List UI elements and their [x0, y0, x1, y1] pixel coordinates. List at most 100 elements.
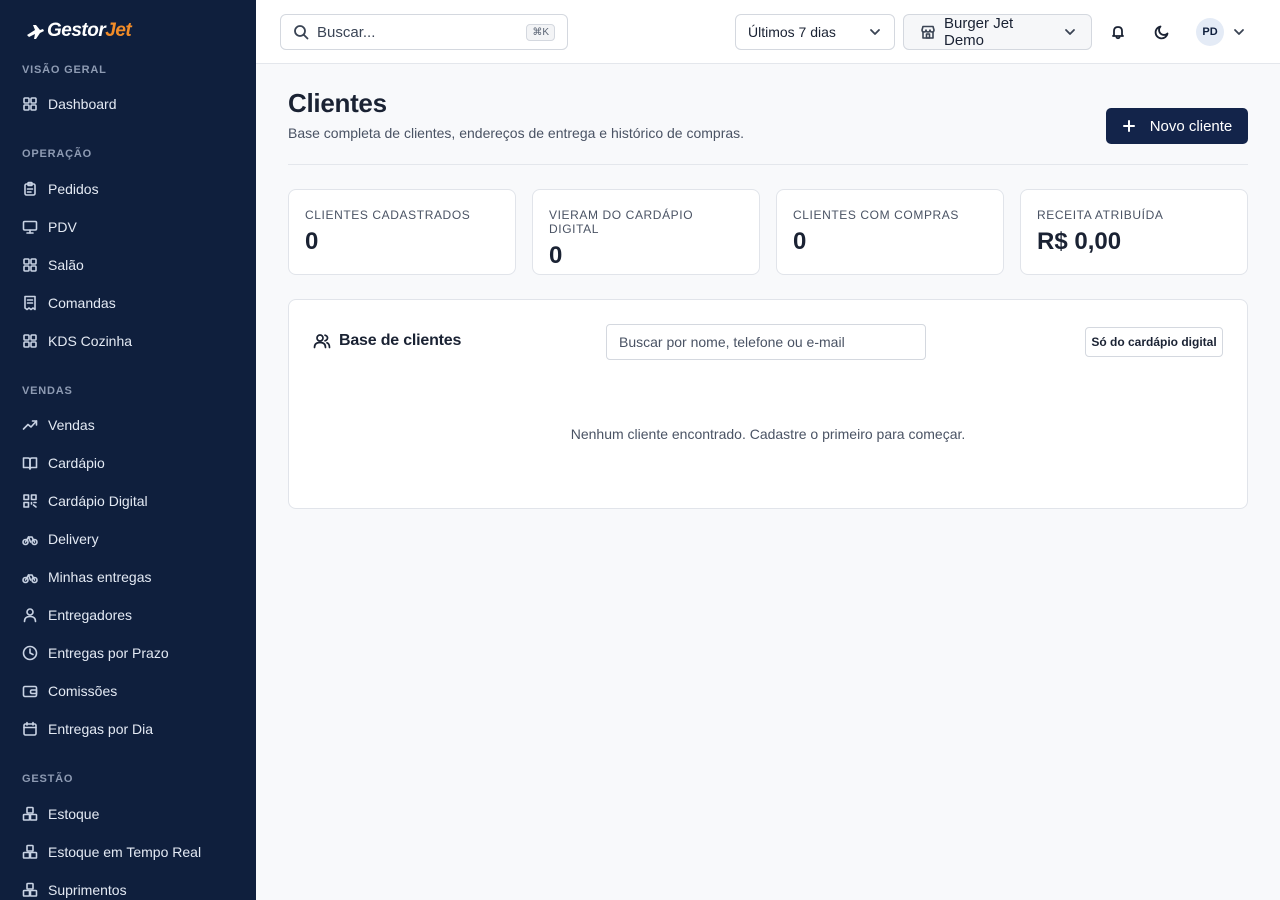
wallet-icon	[22, 685, 38, 698]
sidebar-item-label: Vendas	[48, 417, 95, 433]
boxes-icon	[22, 882, 38, 897]
sidebar-item-label: Suprimentos	[48, 882, 127, 898]
stat-card-with-purchases: CLIENTES COM COMPRAS 0	[776, 189, 1004, 275]
sidebar-item-kds-cozinha[interactable]: KDS Cozinha	[22, 326, 242, 356]
store-select-value: Burger Jet Demo	[944, 15, 1014, 49]
panel-title-text: Base de clientes	[339, 332, 462, 349]
boxes-icon	[22, 844, 38, 859]
sidebar-item-label: Dashboard	[48, 96, 117, 112]
stat-label: CLIENTES COM COMPRAS	[793, 208, 960, 222]
header-divider	[288, 164, 1248, 165]
sidebar-item-label: Entregas por Dia	[48, 721, 154, 737]
customer-search-input[interactable]	[606, 324, 926, 360]
stat-value: 0	[793, 228, 807, 255]
sidebar-item-label: Estoque	[48, 806, 100, 822]
new-customer-button-label: Novo cliente	[1149, 117, 1233, 135]
sidebar-item-estoque[interactable]: Estoque	[22, 799, 242, 829]
new-customer-button[interactable]: Novo cliente	[1106, 108, 1248, 144]
sidebar-item-entregas-por-prazo[interactable]: Entregas por Prazo	[22, 638, 242, 668]
sidebar-item-suprimentos[interactable]: Suprimentos	[22, 875, 242, 900]
sidebar-item-label: KDS Cozinha	[48, 333, 133, 349]
grid-icon	[23, 258, 37, 272]
sidebar-item-entregadores[interactable]: Entregadores	[22, 600, 242, 630]
calendar-icon	[23, 721, 37, 736]
sidebar-item-label: Comissões	[48, 683, 118, 699]
plus-icon	[1122, 120, 1135, 132]
bike-icon	[22, 574, 38, 584]
section-visao-geral: VISÃO GERAL	[22, 64, 107, 76]
clipboard-icon	[24, 181, 36, 196]
bike-icon	[22, 536, 38, 546]
sidebar-item-label: Estoque em Tempo Real	[48, 844, 202, 860]
stat-card-revenue: RECEITA ATRIBUÍDA R$ 0,00	[1020, 189, 1248, 275]
sidebar-item-pedidos[interactable]: Pedidos	[22, 174, 242, 204]
trending-up-icon	[22, 420, 38, 430]
user-avatar[interactable]: PD	[1196, 18, 1224, 46]
digital-menu-filter-button[interactable]: Só do cardápio digital	[1085, 327, 1223, 357]
sidebar-item-label: Cardápio Digital	[48, 493, 148, 509]
stat-label: RECEITA ATRIBUÍDA	[1037, 208, 1164, 222]
sidebar-item-label: Delivery	[48, 531, 99, 547]
section-vendas: VENDAS	[22, 385, 73, 397]
sidebar: GestorJet VISÃO GERAL Dashboard OPERAÇÃO…	[0, 0, 256, 900]
stat-label: CLIENTES CADASTRADOS	[305, 208, 471, 222]
qr-icon	[23, 494, 37, 508]
sidebar-item-label: PDV	[48, 219, 77, 235]
stat-value: R$ 0,00	[1037, 228, 1122, 255]
sidebar-item-delivery[interactable]: Delivery	[22, 524, 242, 554]
sidebar-item-minhas-entregas[interactable]: Minhas entregas	[22, 562, 242, 592]
jet-logo-icon	[27, 25, 44, 39]
sidebar-item-label: Entregas por Prazo	[48, 645, 169, 661]
sidebar-item-cardapio-digital[interactable]: Cardápio Digital	[22, 486, 242, 516]
clock-icon	[22, 645, 38, 661]
sidebar-item-comandas[interactable]: Comandas	[22, 288, 242, 318]
sidebar-item-cardapio[interactable]: Cardápio	[22, 448, 242, 478]
sidebar-item-label: Comandas	[48, 295, 116, 311]
book-icon	[22, 457, 38, 470]
sidebar-item-comissoes[interactable]: Comissões	[22, 676, 242, 706]
boxes-icon	[22, 806, 38, 821]
sidebar-item-label: Minhas entregas	[48, 569, 152, 585]
sidebar-item-estoque-tempo-real[interactable]: Estoque em Tempo Real	[22, 837, 242, 867]
page-title: Clientes	[288, 88, 387, 118]
stat-card-digital-menu: VIERAM DO CARDÁPIO DIGITAL 0	[532, 189, 760, 275]
grid-icon	[23, 97, 37, 111]
sidebar-item-label: Salão	[48, 257, 84, 273]
stat-value: 0	[549, 242, 563, 269]
sidebar-item-label: Pedidos	[48, 181, 99, 197]
section-operacao: OPERAÇÃO	[22, 148, 92, 160]
sidebar-item-entregas-por-dia[interactable]: Entregas por Dia	[22, 714, 242, 744]
panel-title: Base de clientes	[313, 332, 461, 350]
brand-logo[interactable]: GestorJet	[25, 19, 132, 43]
sidebar-item-dashboard[interactable]: Dashboard	[22, 89, 242, 119]
store-icon	[921, 25, 935, 39]
stat-value: 0	[305, 228, 319, 255]
topbar: Buscar... ⌘K Últimos 7 dias Burger Jet D…	[256, 0, 1280, 64]
theme-toggle-button[interactable]	[1150, 20, 1174, 44]
sidebar-item-vendas[interactable]: Vendas	[22, 410, 242, 440]
search-icon	[294, 25, 309, 40]
search-shortcut-badge: ⌘K	[526, 23, 555, 41]
sidebar-item-pdv[interactable]: PDV	[22, 212, 242, 242]
user-icon	[23, 608, 37, 623]
bell-icon	[1112, 26, 1124, 40]
sidebar-item-salao[interactable]: Salão	[22, 250, 242, 280]
moon-icon	[1154, 25, 1169, 40]
store-select[interactable]: Burger Jet Demo	[903, 14, 1092, 50]
period-select[interactable]: Últimos 7 dias	[735, 14, 895, 50]
users-icon	[313, 334, 331, 349]
section-gestao: GESTÃO	[22, 773, 74, 785]
global-search[interactable]: Buscar... ⌘K	[280, 14, 568, 50]
sidebar-item-label: Cardápio	[48, 455, 105, 471]
monitor-icon	[22, 220, 38, 234]
chevron-down-icon	[1065, 29, 1075, 35]
global-search-label: Buscar...	[317, 23, 376, 41]
chevron-down-icon[interactable]	[1232, 25, 1246, 39]
stat-label: VIERAM DO CARDÁPIO DIGITAL	[549, 208, 694, 236]
brand-name: GestorJet	[47, 20, 132, 41]
customer-base-panel: Base de clientes Só do cardápio digital …	[288, 299, 1248, 509]
chevron-down-icon	[870, 29, 880, 35]
page-subtitle: Base completa de clientes, endereços de …	[288, 125, 745, 141]
notifications-button[interactable]	[1106, 20, 1130, 44]
sidebar-item-label: Entregadores	[48, 607, 133, 623]
